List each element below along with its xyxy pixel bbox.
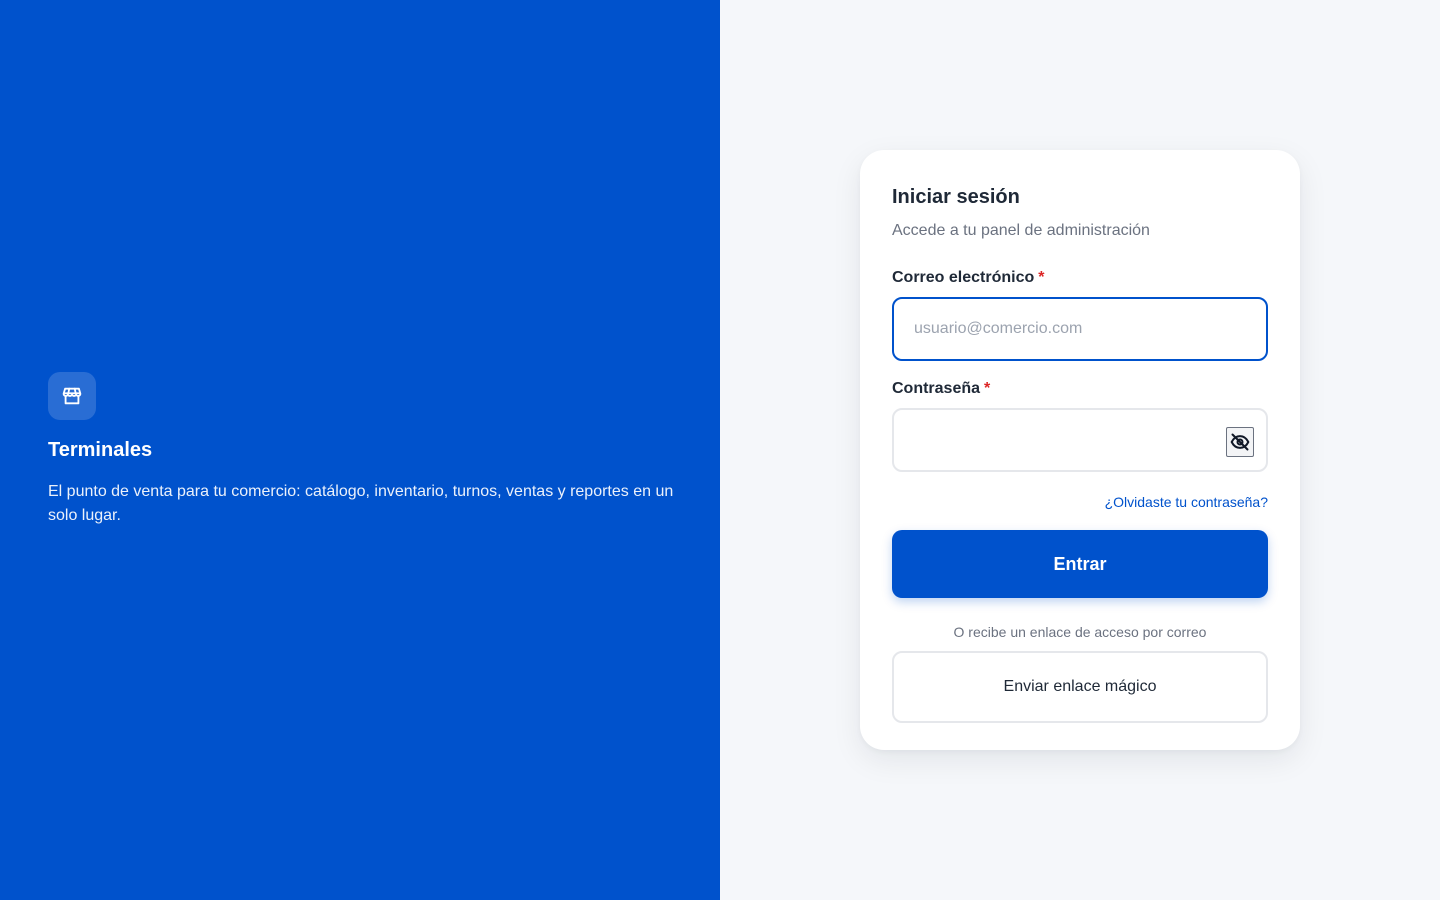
- store-icon: [48, 372, 96, 420]
- required-mark: *: [1038, 269, 1045, 286]
- login-panel: Iniciar sesión Accede a tu panel de admi…: [720, 0, 1440, 900]
- password-field-wrapper: [892, 408, 1268, 472]
- brand-description: El punto de venta para tu comercio: catá…: [48, 483, 674, 524]
- login-card: Iniciar sesión Accede a tu panel de admi…: [860, 150, 1300, 750]
- brand-block: Terminales El punto de venta para tu com…: [48, 372, 678, 528]
- login-title: Iniciar sesión: [892, 186, 1020, 208]
- forgot-row: ¿Olvidaste tu contraseña?: [892, 493, 1268, 512]
- eye-off-icon: [1230, 432, 1250, 452]
- password-label-text: Contraseña: [892, 380, 981, 397]
- login-subtitle: Accede a tu panel de administración: [892, 222, 1150, 239]
- email-field[interactable]: [894, 299, 1266, 359]
- login-submit-button[interactable]: Entrar: [892, 530, 1268, 598]
- magic-link-hint: O recibe un enlace de acceso por correo: [953, 624, 1207, 640]
- brand-panel: Terminales El punto de venta para tu com…: [0, 0, 720, 900]
- email-field-wrapper: [892, 297, 1268, 361]
- email-label: Correo electrónico *: [892, 268, 1268, 288]
- password-label: Contraseña *: [892, 379, 1268, 399]
- send-magic-link-button[interactable]: Enviar enlace mágico: [892, 651, 1268, 723]
- toggle-password-visibility-button[interactable]: [1226, 427, 1254, 457]
- forgot-password-link[interactable]: ¿Olvidaste tu contraseña?: [1105, 494, 1268, 510]
- brand-title: Terminales: [48, 439, 153, 461]
- required-mark: *: [984, 380, 991, 397]
- password-field[interactable]: [894, 410, 1266, 470]
- email-label-text: Correo electrónico: [892, 269, 1035, 286]
